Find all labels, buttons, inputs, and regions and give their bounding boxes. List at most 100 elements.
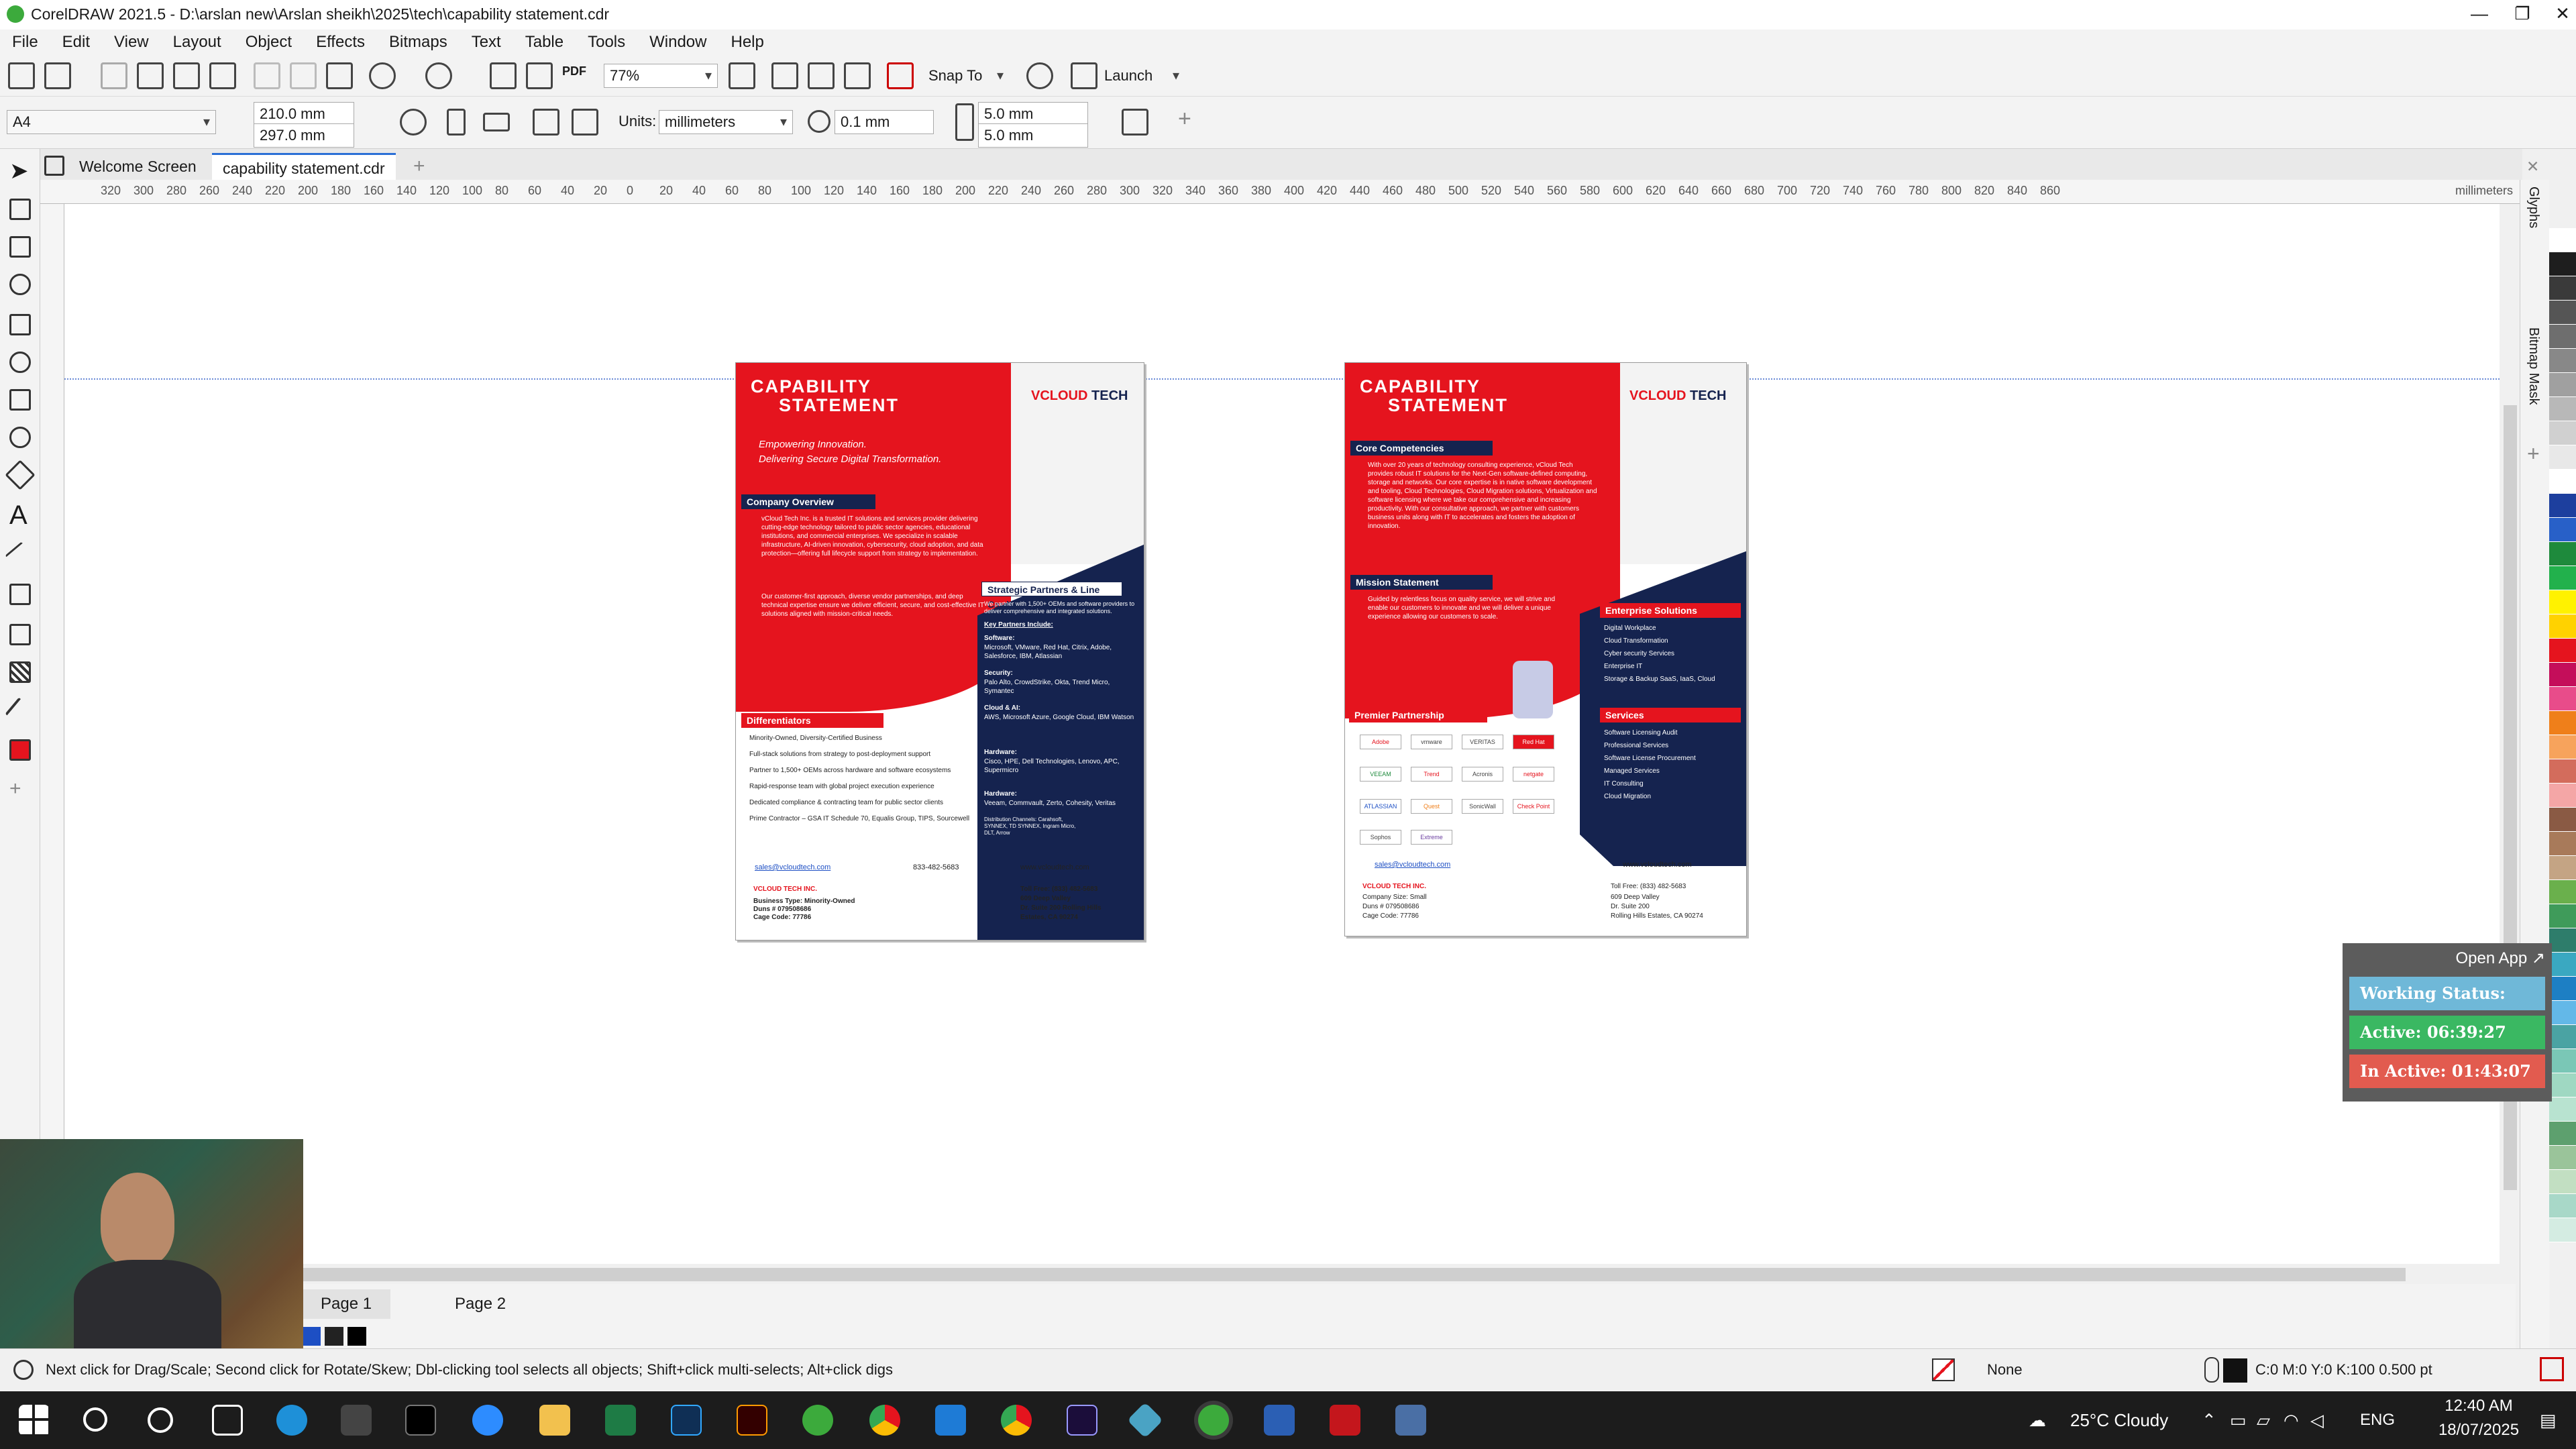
palette-swatch[interactable] (2549, 542, 2576, 566)
export-icon[interactable] (526, 62, 553, 89)
language-indicator[interactable]: ENG (2360, 1391, 2395, 1449)
text-tool-icon[interactable]: A (9, 502, 31, 529)
duplicate-y-field[interactable]: 5.0 mm (978, 123, 1088, 148)
bleed-icon[interactable] (572, 109, 598, 136)
app-diamond-icon[interactable] (1127, 1402, 1163, 1438)
treat-as-filled-icon[interactable] (1122, 109, 1148, 136)
snap-off-icon[interactable] (887, 62, 914, 89)
palette-swatch[interactable] (2549, 1073, 2576, 1097)
paste-icon[interactable] (326, 62, 353, 89)
weather-icon[interactable]: ☁ (2029, 1391, 2046, 1449)
palette-swatch[interactable] (2549, 639, 2576, 663)
horizontal-ruler[interactable]: 320 300 280 260 240 220 200 180 160 140 120 100 80 60… (40, 180, 2522, 204)
palette-swatch[interactable] (2549, 1025, 2576, 1049)
tab-welcome-screen[interactable]: Welcome Screen (68, 153, 207, 180)
palette-swatch[interactable] (2549, 784, 2576, 808)
page-tab-1[interactable]: Page 1 (302, 1289, 391, 1319)
guidelines-icon[interactable] (844, 62, 871, 89)
palette-swatch[interactable] (2549, 1218, 2576, 1242)
undo-icon[interactable] (369, 62, 396, 89)
palette-swatch[interactable] (2549, 470, 2576, 494)
interactive-fill-tool-icon[interactable] (9, 739, 31, 761)
cut-icon[interactable] (254, 62, 280, 89)
palette-swatch[interactable] (2549, 711, 2576, 735)
open-icon[interactable] (44, 62, 71, 89)
doc-color-swatch[interactable] (302, 1327, 321, 1346)
curve-tool-icon[interactable] (9, 352, 31, 373)
horizontal-scrollbar[interactable] (64, 1264, 2500, 1284)
palette-swatch[interactable] (2549, 687, 2576, 711)
page-tab-2[interactable]: Page 2 (436, 1289, 525, 1319)
rectangle-tool-icon[interactable] (9, 389, 31, 411)
transparency-tool-icon[interactable] (9, 661, 31, 683)
home-icon[interactable] (44, 156, 64, 176)
zoom-tool-icon[interactable] (9, 274, 31, 295)
publish-pdf-icon[interactable]: PDF (562, 64, 586, 78)
close-document-icon[interactable]: ✕ (2516, 153, 2550, 180)
copy-icon[interactable] (290, 62, 317, 89)
vertical-scrollbar[interactable] (2500, 204, 2520, 1264)
palette-swatch[interactable] (2549, 1146, 2576, 1170)
weather-status[interactable]: 25°C Cloudy (2070, 1391, 2168, 1449)
nudge-distance-field[interactable]: 0.1 mm (835, 110, 934, 134)
fill-none-icon[interactable] (1932, 1358, 1955, 1381)
palette-swatch[interactable] (2549, 445, 2576, 470)
wifi-icon[interactable]: ◠ (2284, 1391, 2299, 1449)
shadow-tool-icon[interactable] (9, 624, 31, 645)
palette-swatch[interactable] (2549, 494, 2576, 518)
volume-icon[interactable]: ◁ (2310, 1391, 2324, 1449)
cortana-icon[interactable] (148, 1407, 173, 1433)
palette-swatch[interactable] (2549, 276, 2576, 301)
new-document-icon[interactable] (8, 62, 35, 89)
file-explorer-icon[interactable] (539, 1405, 570, 1436)
launch-icon[interactable] (1071, 62, 1097, 89)
menu-view[interactable]: View (102, 30, 161, 55)
import-icon[interactable] (490, 62, 517, 89)
palette-swatch[interactable] (2549, 397, 2576, 421)
add-toolbar-icon[interactable]: + (1178, 106, 1191, 132)
freehand-tool-icon[interactable] (9, 314, 31, 335)
palette-swatch[interactable] (2549, 518, 2576, 542)
palette-swatch[interactable] (2549, 614, 2576, 639)
open-app-link[interactable]: Open App ↗ (2455, 949, 2545, 968)
premiere-icon[interactable] (1067, 1405, 1097, 1436)
document-palette[interactable] (302, 1324, 2516, 1348)
tray-apps-icon[interactable]: ▭ (2230, 1391, 2247, 1449)
tray-chevron-icon[interactable]: ⌃ (2202, 1391, 2216, 1449)
launch-dropdown[interactable]: Launch (1104, 67, 1185, 85)
page-2-artwork[interactable]: CAPABILITY STATEMENT VCLOUD TECH Core Co… (1344, 362, 1747, 936)
word-icon[interactable] (1264, 1405, 1295, 1436)
menu-help[interactable]: Help (718, 30, 775, 55)
task-view-icon[interactable] (212, 1405, 243, 1436)
print-icon[interactable] (209, 62, 236, 89)
menu-text[interactable]: Text (460, 30, 513, 55)
dimension-tool-icon[interactable] (5, 541, 36, 572)
network-icon[interactable]: ▱ (2257, 1391, 2270, 1449)
save-icon[interactable] (101, 62, 127, 89)
menu-window[interactable]: Window (637, 30, 718, 55)
connector-tool-icon[interactable] (9, 584, 31, 605)
page-height-field[interactable]: 297.0 mm (254, 123, 354, 148)
palette-swatch[interactable] (2549, 856, 2576, 880)
units-select[interactable]: millimeters (659, 110, 793, 134)
edge-icon[interactable] (276, 1405, 307, 1436)
eyedropper-tool-icon[interactable] (5, 697, 36, 728)
palette-swatch[interactable] (2549, 808, 2576, 832)
zoom-full-page-icon[interactable] (729, 62, 755, 89)
duplicate-x-field[interactable]: 5.0 mm (978, 102, 1088, 126)
chrome-icon[interactable] (869, 1405, 900, 1436)
doc-color-swatch[interactable] (325, 1327, 343, 1346)
polygon-tool-icon[interactable] (5, 460, 36, 490)
palette-swatch[interactable] (2549, 325, 2576, 349)
outline-color-swatch[interactable] (2223, 1358, 2247, 1383)
page-layout-icon[interactable] (533, 109, 559, 136)
clock-time[interactable]: 12:40 AM (2428, 1397, 2529, 1415)
grid-icon[interactable] (808, 62, 835, 89)
palette-swatch[interactable] (2549, 1001, 2576, 1025)
calculator-icon[interactable] (1395, 1405, 1426, 1436)
redo-icon[interactable] (425, 62, 452, 89)
palette-swatch[interactable] (2549, 953, 2576, 977)
add-docker-icon[interactable]: + (2527, 441, 2540, 466)
terminal-icon[interactable] (405, 1405, 436, 1436)
palette-swatch[interactable] (2549, 904, 2576, 928)
